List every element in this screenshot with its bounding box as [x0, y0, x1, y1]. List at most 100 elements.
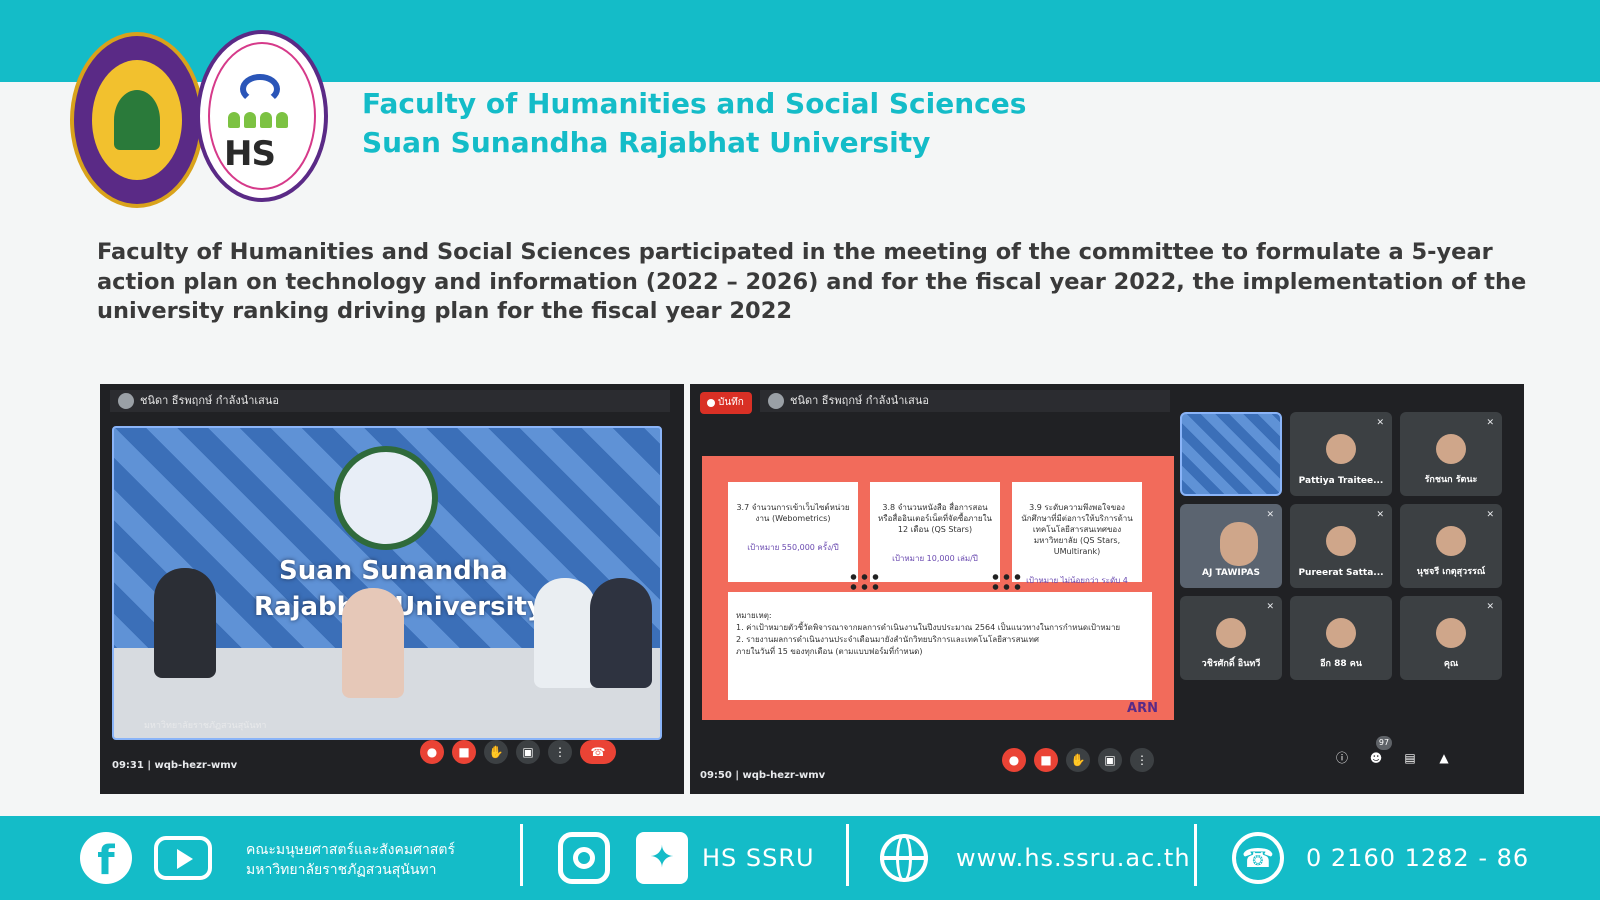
kpi-title: 3.8 จำนวนหนังสือ สื่อการสอน หรือสื่ออินเ…: [878, 503, 992, 534]
kpi-title: 3.7 จำนวนการเข้าเว็บไซต์หน่วยงาน (Webome…: [736, 503, 850, 523]
slide-logo-text: ARN: [1127, 701, 1158, 716]
mic-off-icon: ✕: [1486, 510, 1494, 520]
faculty-hs-logo: HS: [196, 30, 328, 202]
participant-figure: [590, 578, 652, 688]
meeting-code: wqb-hezr-wmv: [154, 760, 238, 771]
presenter-avatar: [768, 393, 784, 409]
mic-off-icon[interactable]: ●: [420, 740, 444, 764]
hand-raise-icon[interactable]: ✋: [484, 740, 508, 764]
meeting-time-code: 09:31 | wqb-hezr-wmv: [112, 760, 237, 771]
participant-name: Pattiya Traitee...: [1298, 476, 1384, 486]
presenter-label: ชนิดา ธีรพฤกษ์ กำลังนำเสนอ: [140, 394, 279, 407]
social-handle[interactable]: HS SSRU: [702, 844, 815, 872]
backdrop-seal: [334, 446, 438, 550]
mic-off-icon: ✕: [1486, 418, 1494, 428]
kpi-title: 3.9 ระดับความพึงพอใจของนักศึกษาที่มีต่อก…: [1021, 503, 1133, 556]
participant-name: AJ TAWIPAS: [1202, 568, 1260, 578]
participant-tile[interactable]: ✕ AJ TAWIPAS: [1180, 504, 1282, 588]
phone-number[interactable]: 0 2160 1282 - 86: [1306, 844, 1529, 872]
youtube-icon[interactable]: [154, 836, 212, 880]
avatar: [1216, 618, 1246, 648]
org-line-1: Faculty of Humanities and Social Science…: [362, 87, 1027, 120]
participant-name: นุชจรี เกตุสุวรรณ์: [1416, 567, 1486, 577]
footer-thai-line-2: มหาวิทยาลัยราชภัฏสวนสุนันทา: [246, 862, 437, 878]
presenter-avatar: [118, 393, 134, 409]
avatar: [1436, 526, 1466, 556]
time-separator: |: [735, 770, 739, 781]
instagram-icon[interactable]: [558, 832, 610, 884]
more-icon[interactable]: ⋮: [1130, 748, 1154, 772]
participant-tile[interactable]: ✕ รักชนก รัตนะ: [1400, 412, 1502, 496]
participant-name: อีก 88 คน: [1320, 659, 1362, 669]
presented-slide: 3.7 จำนวนการเข้าเว็บไซต์หน่วยงาน (Webome…: [702, 456, 1174, 720]
news-headline: Faculty of Humanities and Social Science…: [97, 239, 1527, 324]
logo-hs-text: HS: [224, 134, 276, 174]
camera-off-icon[interactable]: ■: [452, 740, 476, 764]
more-icon[interactable]: ⋮: [548, 740, 572, 764]
participant-tile[interactable]: อีก 88 คน: [1290, 596, 1392, 680]
participant-tile[interactable]: ✕ วชิรศักดิ์ อินทวี: [1180, 596, 1282, 680]
mic-off-icon: ✕: [1486, 602, 1494, 612]
presenter-bar: ชนิดา ธีรพฤกษ์ กำลังนำเสนอ: [110, 390, 670, 412]
mic-off-icon: ✕: [1266, 510, 1274, 520]
kpi-target: เป้าหมาย 10,000 เล่ม/ปี: [892, 554, 978, 563]
twitter-icon[interactable]: ✦: [636, 832, 688, 884]
avatar: [1220, 522, 1258, 566]
footer-faculty-name: คณะมนุษยศาสตร์และสังคมศาสตร์ มหาวิทยาลัย…: [246, 840, 455, 880]
mic-off-icon: ✕: [1376, 418, 1384, 428]
end-call-icon[interactable]: ☎: [580, 740, 616, 764]
participant-tile[interactable]: ✕ Pattiya Traitee...: [1290, 412, 1392, 496]
slide-kpi-box: 3.9 ระดับความพึงพอใจของนักศึกษาที่มีต่อก…: [1012, 482, 1142, 585]
avatar: [1326, 434, 1356, 464]
participant-tile[interactable]: ✕ คุณ: [1400, 596, 1502, 680]
activities-icon[interactable]: ▲: [1432, 746, 1456, 770]
meeting-time: 09:31: [112, 760, 144, 771]
meeting-screenshot-left: ชนิดา ธีรพฤกษ์ กำลังนำเสนอ Suan Sunandha…: [100, 384, 684, 794]
phone-icon: ☎: [1232, 832, 1284, 884]
footer-divider: [1194, 824, 1197, 886]
facebook-icon[interactable]: f: [80, 832, 132, 884]
info-icon[interactable]: ⓘ: [1330, 746, 1354, 770]
avatar: [1436, 618, 1466, 648]
present-icon[interactable]: ▣: [1098, 748, 1122, 772]
hand-raise-icon[interactable]: ✋: [1066, 748, 1090, 772]
notes-label: หมายเหตุ:: [736, 611, 772, 620]
slide-kpi-box: 3.7 จำนวนการเข้าเว็บไซต์หน่วยงาน (Webome…: [728, 482, 858, 582]
participant-figure: [534, 578, 596, 688]
participant-name: คุณ: [1443, 659, 1459, 669]
backdrop-text-1: Suan Sunandha: [279, 556, 508, 586]
seal-inner: [92, 60, 182, 180]
website-link[interactable]: www.hs.ssru.ac.th: [956, 844, 1191, 872]
meeting-time: 09:50: [700, 770, 732, 781]
logo-people: [228, 112, 298, 132]
time-separator: |: [147, 760, 151, 771]
chat-icon[interactable]: ▤: [1398, 746, 1422, 770]
organization-title: Faculty of Humanities and Social Science…: [362, 84, 1026, 162]
avatar: [1326, 526, 1356, 556]
kpi-target: เป้าหมาย 550,000 ครั้ง/ปี: [747, 543, 839, 552]
org-line-2: Suan Sunandha Rajabhat University: [362, 126, 931, 159]
kpi-target: เป้าหมาย ไม่น้อยกว่า ระดับ 4: [1026, 576, 1128, 585]
presenter-bar: ชนิดา ธีรพฤกษ์ กำลังนำเสนอ: [760, 390, 1170, 412]
mic-off-icon[interactable]: ●: [1002, 748, 1026, 772]
participant-name: Pureerat Satta...: [1298, 568, 1384, 578]
participant-tile[interactable]: [1180, 412, 1282, 496]
meeting-time-code: 09:50 | wqb-hezr-wmv: [700, 770, 825, 781]
footer-thai-line-1: คณะมนุษยศาสตร์และสังคมศาสตร์: [246, 842, 456, 858]
footer-divider: [520, 824, 523, 886]
note-item: 1. ค่าเป้าหมายตัวชี้วัดพิจารณาจากผลการดำ…: [736, 623, 1121, 632]
logo-swirl: [240, 74, 280, 104]
record-indicator[interactable]: บันทึก: [700, 392, 752, 414]
presenter-video[interactable]: Suan Sunandha Rajabhat University มหาวิท…: [112, 426, 662, 740]
avatar: [1326, 618, 1356, 648]
video-caption: มหาวิทยาลัยราชภัฏสวนสุนันทา: [144, 721, 267, 731]
participant-count-badge: 97: [1376, 736, 1392, 750]
note-item: ภายในวันที่ 15 ของทุกเดือน (ตามแบบฟอร์มท…: [736, 647, 923, 656]
participant-tile[interactable]: ✕ Pureerat Satta...: [1290, 504, 1392, 588]
university-seal-logo: [70, 32, 204, 208]
camera-off-icon[interactable]: ■: [1034, 748, 1058, 772]
globe-icon: [880, 834, 928, 882]
present-icon[interactable]: ▣: [516, 740, 540, 764]
meeting-code: wqb-hezr-wmv: [742, 770, 826, 781]
participant-tile[interactable]: ✕ นุชจรี เกตุสุวรรณ์: [1400, 504, 1502, 588]
